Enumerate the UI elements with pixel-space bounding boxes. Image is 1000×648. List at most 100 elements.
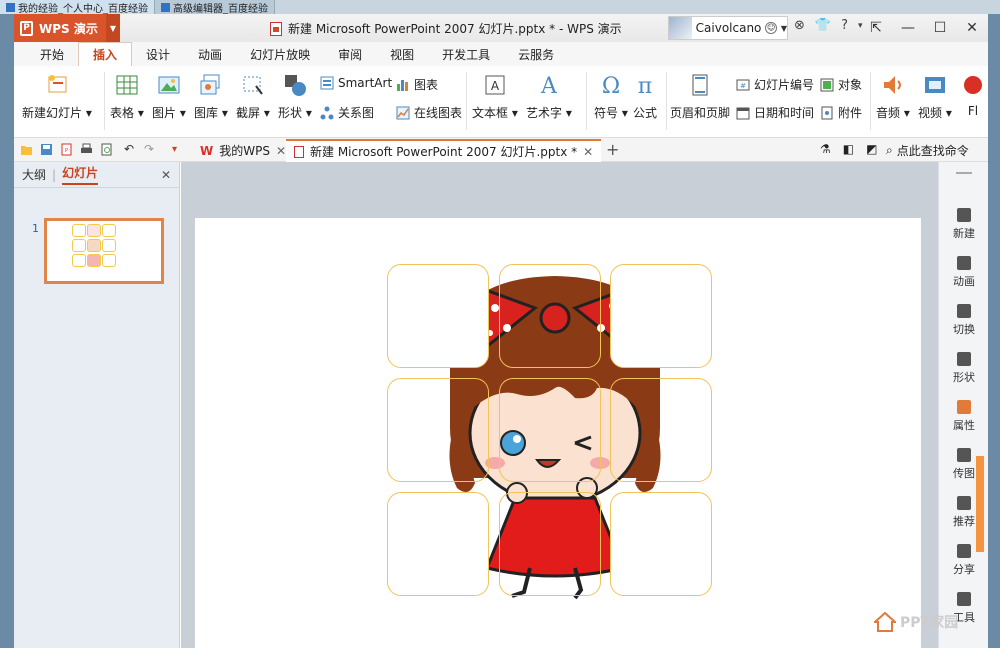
picture-button[interactable]: 图片 ▾ [152, 72, 186, 121]
tab-outline[interactable]: 大纲 [22, 166, 46, 183]
shape-button[interactable]: 形状 ▾ [278, 72, 312, 121]
open-folder-icon[interactable] [20, 143, 33, 156]
thumb-cell [72, 239, 86, 252]
grid-cell-6[interactable] [610, 378, 712, 482]
user-account[interactable]: Caivolcano ☺ ▼ [668, 16, 788, 40]
grid-cell-1[interactable] [387, 264, 489, 368]
close-tab-icon[interactable]: ✕ [276, 144, 286, 158]
tab-home[interactable]: 开始 [26, 42, 78, 66]
table-button[interactable]: 表格 ▾ [110, 72, 144, 121]
help-icon[interactable]: ? [841, 18, 848, 33]
redo-icon[interactable]: ↷ [144, 143, 157, 156]
save-icon[interactable] [40, 143, 53, 156]
wps-w-logo-icon: W [200, 143, 214, 158]
slide-number-button[interactable]: # 幻灯片编号 [736, 76, 814, 93]
tab-animation[interactable]: 动画 [184, 42, 236, 66]
chart-button[interactable]: 图表 [396, 76, 438, 93]
print-preview-icon[interactable] [100, 143, 113, 156]
datetime-label: 日期和时间 [754, 106, 815, 120]
print-icon[interactable] [80, 143, 93, 156]
screenshot-button[interactable]: 截屏 ▾ [236, 72, 270, 121]
relation-diagram-button[interactable]: 关系图 [320, 104, 374, 121]
close-tab-icon[interactable]: ✕ [583, 145, 593, 159]
title-toolbar: ⊗ 👕 ? ▾ [794, 18, 863, 33]
formula-button[interactable]: π 公式 [632, 72, 658, 121]
pane-collapse-handle[interactable] [976, 456, 984, 552]
audio-label: 音频 [876, 106, 901, 120]
chevron-down-icon[interactable]: ▼ [106, 14, 120, 42]
video-button[interactable]: 视频 ▾ [918, 72, 952, 121]
attachment-button[interactable]: 附件 [820, 104, 862, 121]
os-taskbar-empty [275, 0, 1000, 14]
grid-cell-2[interactable] [499, 264, 601, 368]
symbol-button[interactable]: Ω 符号 ▾ [594, 72, 628, 121]
wps-window: P WPS 演示 ▼ 新建 Microsoft PowerPoint 2007 … [14, 14, 988, 648]
gallery-button[interactable]: 图库 ▾ [194, 72, 228, 121]
textbox-icon: A [485, 75, 505, 95]
grid-cell-8[interactable] [499, 492, 601, 596]
compass-icon[interactable]: ⊗ [794, 18, 805, 33]
os-tab-1[interactable]: 我的经验_个人中心_百度经验 [0, 0, 155, 14]
new-tab-icon[interactable]: + [606, 140, 619, 159]
shield-icon[interactable]: ◧ [843, 142, 854, 156]
browser-icon [161, 2, 170, 12]
close-panel-icon[interactable]: ✕ [161, 168, 171, 182]
pi-icon: π [638, 74, 652, 98]
tab-developer[interactable]: 开发工具 [428, 42, 504, 66]
tab-slides[interactable]: 幻灯片 [62, 164, 99, 185]
object-button[interactable]: 对象 [820, 76, 862, 93]
window-controls: ⇱ — ☐ ✕ [860, 14, 988, 42]
collapse-ribbon-icon[interactable]: ⇱ [860, 14, 892, 42]
slide-thumbnail[interactable] [44, 218, 164, 284]
skin-icon[interactable]: 👕 [815, 18, 831, 33]
new-slide-button[interactable]: 新建幻灯片 ▾ [22, 72, 92, 121]
pane-transition[interactable]: 切换 [939, 304, 989, 337]
tab-my-wps[interactable]: W 我的WPS ✕ [192, 139, 294, 162]
tab-cloud[interactable]: 云服务 [504, 42, 568, 66]
online-chart-button[interactable]: 在线图表 [396, 104, 462, 121]
chevron-down-icon[interactable]: ▼ [781, 24, 787, 33]
grid-cell-4[interactable] [387, 378, 489, 482]
grid-cell-7[interactable] [387, 492, 489, 596]
grid-cell-5[interactable] [499, 378, 601, 482]
header-footer-button[interactable]: 页眉和页脚 [670, 72, 730, 121]
brush-icon[interactable]: ⚗ [820, 142, 831, 156]
tab-slideshow[interactable]: 幻灯片放映 [236, 42, 324, 66]
pin-icon[interactable]: ◩ [866, 142, 877, 156]
flash-button[interactable]: Fl [958, 72, 988, 118]
shape-label: 形状 [278, 106, 303, 120]
tab-insert[interactable]: 插入 [78, 42, 133, 66]
shape-icon [957, 352, 971, 366]
grid-cell-3[interactable] [610, 264, 712, 368]
grid-cell-9[interactable] [610, 492, 712, 596]
tab-review[interactable]: 审阅 [324, 42, 376, 66]
pane-new[interactable]: 新建 [939, 208, 989, 241]
maximize-icon[interactable]: ☐ [924, 14, 956, 42]
pane-properties[interactable]: 属性 [939, 400, 989, 433]
smartart-button[interactable]: SmartArt [320, 76, 392, 90]
export-pdf-icon[interactable]: P [60, 143, 73, 156]
tab-current-document[interactable]: 新建 Microsoft PowerPoint 2007 幻灯片.pptx * … [286, 139, 602, 162]
divider [870, 72, 871, 130]
os-tab-2[interactable]: 高级编辑器_百度经验 [155, 0, 275, 14]
textbox-button[interactable]: A 文本框 ▾ [472, 72, 518, 121]
avatar [669, 17, 692, 39]
tab-view[interactable]: 视图 [376, 42, 428, 66]
flash-label: Fl [967, 104, 979, 118]
header-footer-icon [692, 74, 708, 96]
tab-my-wps-label: 我的WPS [219, 144, 270, 158]
slide-number-icon: # [736, 79, 750, 90]
datetime-button[interactable]: 日期和时间 [736, 104, 814, 121]
slide-canvas[interactable] [195, 218, 921, 648]
pane-animation[interactable]: 动画 [939, 256, 989, 289]
customize-toolbar-icon[interactable]: ▾ [172, 143, 185, 156]
audio-button[interactable]: 音频 ▾ [876, 72, 910, 121]
command-search[interactable]: ⌕ 点此查找命令 [886, 142, 969, 159]
tab-design[interactable]: 设计 [132, 42, 184, 66]
close-icon[interactable]: ✕ [956, 14, 988, 42]
minimize-icon[interactable]: — [892, 14, 924, 42]
pane-shape[interactable]: 形状 [939, 352, 989, 385]
wordart-button[interactable]: A 艺术字 ▾ [526, 72, 572, 121]
app-menu-button[interactable]: P WPS 演示 ▼ [14, 14, 120, 42]
undo-icon[interactable]: ↶ [124, 143, 137, 156]
